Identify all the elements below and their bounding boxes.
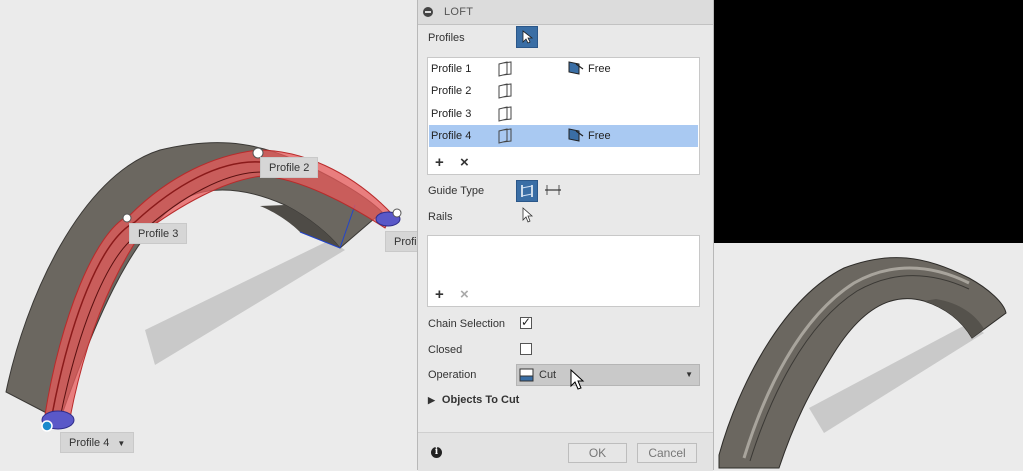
profile-row-1[interactable]: Profile 1 Free — [429, 58, 698, 80]
profiles-list[interactable]: Profile 1 Free Profile 2 Profile 3 Profi… — [427, 57, 700, 175]
dialog-title: LOFT — [444, 6, 474, 18]
loft-dialog: LOFT Profiles Profile 1 Free Profile 2 P… — [417, 0, 714, 471]
viewport-label-profile2[interactable]: Profile 2 — [260, 157, 319, 178]
guide-type-label: Guide Type — [428, 185, 485, 197]
connected-condition-icon[interactable] — [497, 83, 513, 99]
result-arch-body — [718, 257, 1007, 469]
profiles-label: Profiles — [428, 32, 465, 44]
rails-guide-icon — [521, 185, 533, 197]
objects-to-cut-section[interactable]: ▶ Objects To Cut — [428, 394, 519, 406]
pointer-icon — [522, 30, 534, 44]
result-model-canvas — [718, 257, 1007, 469]
profile3-marker — [122, 213, 132, 223]
rails-label: Rails — [428, 211, 453, 223]
preview-blank-area — [714, 0, 1023, 243]
rails-select-pointer-icon[interactable] — [521, 207, 535, 223]
chain-selection-checkbox[interactable]: ✓ — [520, 315, 532, 329]
ok-button[interactable]: OK — [568, 443, 627, 463]
viewport-label-profile4[interactable]: Profile 4 ▼ — [60, 432, 135, 453]
model-canvas — [5, 142, 402, 432]
dialog-header[interactable]: LOFT — [418, 0, 713, 25]
expand-icon: ▶ — [428, 395, 435, 405]
connected-condition-icon[interactable] — [497, 106, 513, 122]
body-shadow — [145, 240, 345, 365]
collapse-icon[interactable] — [423, 7, 433, 17]
viewport-label-profile3[interactable]: Profile 3 — [129, 223, 188, 244]
remove-profile-button[interactable]: × — [460, 155, 469, 170]
cancel-button[interactable]: Cancel — [637, 443, 697, 463]
rails-list[interactable]: + × — [427, 235, 700, 307]
connected-condition-icon[interactable] — [497, 61, 513, 77]
mouse-cursor-icon — [570, 369, 585, 390]
chevron-down-icon[interactable]: ▼ — [117, 439, 125, 448]
cut-operation-icon — [519, 368, 534, 382]
check-icon: ✓ — [521, 315, 532, 329]
tangency-icon[interactable] — [567, 60, 585, 78]
profiles-select-button[interactable] — [516, 26, 538, 48]
remove-rail-button[interactable]: × — [460, 287, 469, 302]
guide-type-rails-button[interactable] — [516, 180, 538, 202]
connected-condition-icon[interactable] — [497, 128, 513, 144]
profile-row-2[interactable]: Profile 2 — [429, 80, 698, 102]
add-rail-button[interactable]: + — [435, 287, 444, 302]
profile-row-3[interactable]: Profile 3 — [429, 103, 698, 125]
viewport-result-preview[interactable] — [714, 243, 1023, 470]
chevron-down-icon: ▼ — [685, 370, 693, 379]
closed-label: Closed — [428, 344, 463, 356]
guide-type-centerline-button[interactable] — [543, 180, 565, 202]
tangency-icon[interactable] — [567, 127, 585, 145]
operation-dropdown[interactable]: Cut ▼ — [516, 364, 700, 386]
chain-selection-label: Chain Selection — [428, 318, 506, 330]
operation-label: Operation — [428, 369, 477, 381]
dialog-footer: i OK Cancel — [418, 432, 713, 471]
centerline-guide-icon — [545, 185, 561, 195]
closed-checkbox[interactable] — [520, 343, 532, 355]
viewport-main[interactable]: Profile 2 Profile 3 Profile 1 Profile 4 ▼ — [0, 0, 444, 470]
add-profile-button[interactable]: + — [435, 155, 444, 170]
profile-row-4[interactable]: Profile 4 Free — [429, 125, 698, 147]
info-icon[interactable]: i — [431, 447, 442, 458]
